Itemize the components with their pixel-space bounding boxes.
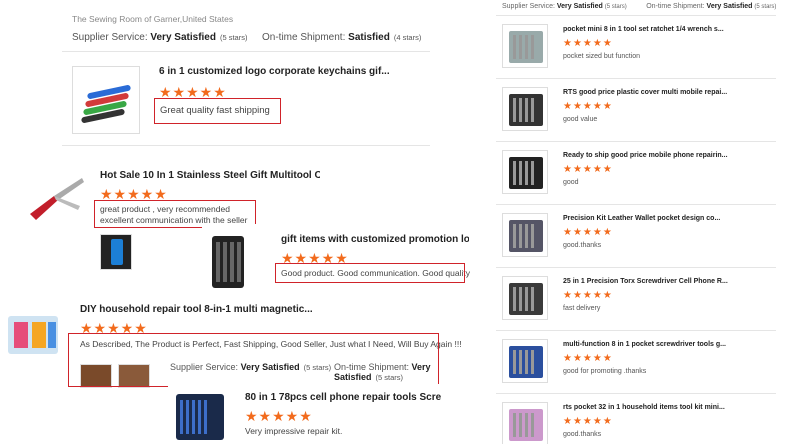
divider [496,393,776,394]
product-title[interactable]: Precision Kit Leather Wallet pocket desi… [563,215,720,222]
review-card-header: The Sewing Room of Garner,United States … [62,0,430,52]
product-title[interactable]: 80 in 1 78pcs cell phone repair tools Sc… [245,392,441,403]
supplier-service-rating: Supplier Service: Very Satisfied (5 stars… [72,32,248,43]
review-comment: good.thanks [563,431,602,438]
product-thumbnail[interactable] [502,339,548,383]
product-thumbnail[interactable] [502,402,548,444]
product-title[interactable]: rts pocket 32 in 1 household items tool … [563,404,725,411]
product-thumbnail[interactable] [502,276,548,320]
rating-stars: ★★★★★ [563,353,613,364]
rating-stars: ★★★★★ [563,290,613,301]
rating-summary: Supplier Service: Very Satisfied (5 star… [502,3,777,10]
list-item: Precision Kit Leather Wallet pocket desi… [496,209,776,269]
store-name: The Sewing Room of Garner,United States [72,14,234,24]
review-comment: good for promoting .thanks [563,368,647,375]
product-image [509,157,543,189]
product-thumbnail[interactable] [502,24,548,68]
product-title[interactable]: pocket mini 8 in 1 tool set ratchet 1/4 … [563,26,724,33]
review-comment: pocket sized but function [563,53,641,60]
phone-image [111,239,123,265]
product-image [509,31,543,63]
review-comment: good value [563,116,598,123]
product-image [509,220,543,252]
rating-stars: ★★★★★ [563,38,613,49]
list-item: pocket mini 8 in 1 tool set ratchet 1/4 … [496,20,776,80]
review-card: 80 in 1 78pcs cell phone repair tools Sc… [168,384,444,444]
product-thumbnail[interactable] [172,390,228,444]
product-title[interactable]: RTS good price plastic cover multi mobil… [563,89,727,96]
list-item: Ready to ship good price mobile phone re… [496,146,776,206]
divider [496,141,776,142]
rating-stars: ★★★★★ [563,416,613,427]
list-item: 25 in 1 Precision Torx Screwdriver Cell … [496,272,776,332]
product-image [509,346,543,378]
review-comment: Very impressive repair kit. [245,426,343,436]
list-item: rts pocket 32 in 1 household items tool … [496,398,776,444]
product-title[interactable]: multi-function 8 in 1 pocket screwdriver… [563,341,726,348]
review-card: gift items with customized promotion log… [202,224,472,296]
product-image [509,94,543,126]
divider [62,145,430,146]
review-card: 6 in 1 customized logo corporate keychai… [62,56,430,146]
on-time-shipment-rating: On-time Shipment: Satisfied (4 stars) [262,32,422,43]
repair-kit-image [176,394,224,440]
keychain-tools-image [81,85,131,123]
highlight-box [154,98,281,124]
product-title[interactable]: Ready to ship good price mobile phone re… [563,152,728,159]
repair-tool-image [8,316,58,354]
review-photo[interactable] [100,234,132,270]
divider [496,78,776,79]
product-title[interactable]: gift items with customized promotion log… [281,234,469,245]
product-thumbnail[interactable] [502,213,548,257]
product-thumbnail[interactable] [24,166,88,230]
divider [496,267,776,268]
product-image [509,283,543,315]
highlight-box [68,333,439,387]
review-comment: good [563,179,579,186]
rating-stars: ★★★★★ [563,227,613,238]
review-comment: fast delivery [563,305,601,312]
divider [62,51,430,52]
list-item: RTS good price plastic cover multi mobil… [496,83,776,143]
product-thumbnail[interactable] [72,66,140,134]
product-thumbnail[interactable] [502,150,548,194]
product-title[interactable]: 25 in 1 Precision Torx Screwdriver Cell … [563,278,728,285]
product-thumbnail[interactable] [206,234,266,290]
product-thumbnail[interactable] [502,87,548,131]
list-item: multi-function 8 in 1 pocket screwdriver… [496,335,776,395]
highlight-box [275,263,465,283]
product-title[interactable]: DIY household repair tool 8-in-1 multi m… [80,304,320,315]
multitool-image [30,178,84,220]
right-review-list: Supplier Service: Very Satisfied (5 star… [496,0,790,444]
divider [496,204,776,205]
divider [496,330,776,331]
rating-stars: ★★★★★ [563,101,613,112]
product-thumbnail[interactable] [4,306,62,364]
product-title[interactable]: Hot Sale 10 In 1 Stainless Steel Gift Mu… [100,170,320,181]
rating-stars: ★★★★★ [563,164,613,175]
screwdriver-kit-image [212,236,244,288]
product-title[interactable]: 6 in 1 customized logo corporate keychai… [159,66,419,77]
review-comment: good.thanks [563,242,602,249]
product-image [509,409,543,441]
rating-stars: ★★★★★ [245,408,313,424]
divider [496,15,776,16]
